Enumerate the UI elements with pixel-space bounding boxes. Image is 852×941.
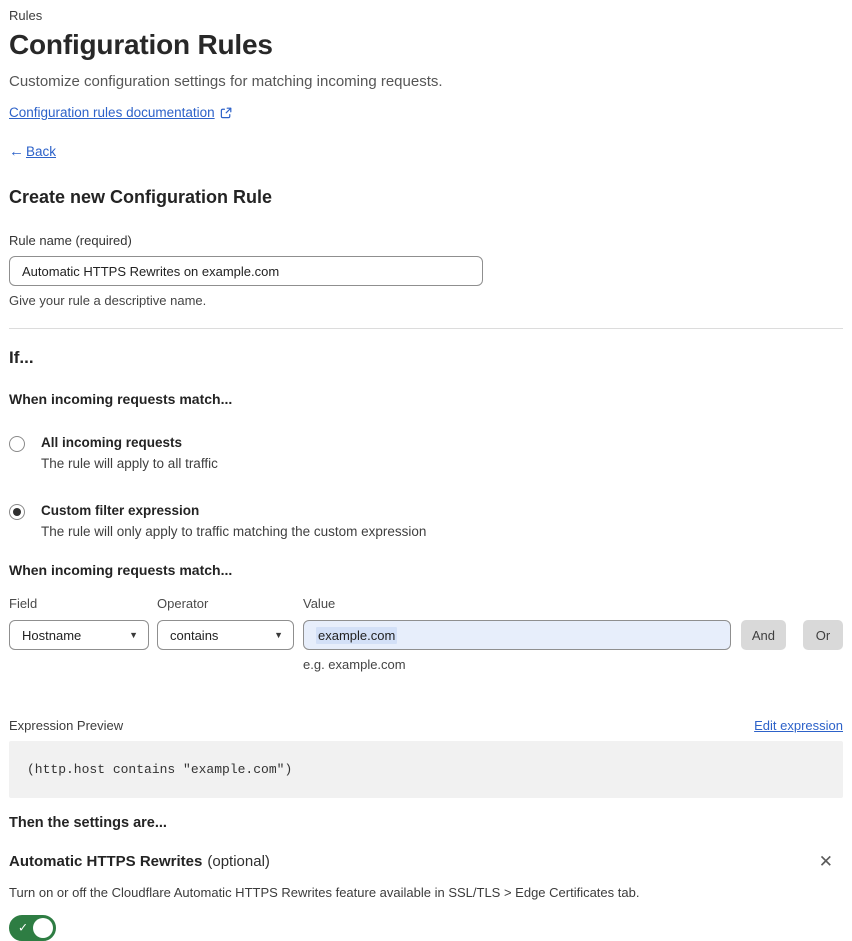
- expression-code: (http.host contains "example.com"): [27, 762, 293, 777]
- field-column: Field Hostname ▼: [9, 596, 149, 672]
- back-link[interactable]: Back: [26, 144, 56, 159]
- external-link-icon: [220, 107, 232, 119]
- radio-option-description: The rule will apply to all traffic: [41, 456, 218, 471]
- operator-column: Operator contains ▼: [157, 596, 294, 672]
- expression-code-block: (http.host contains "example.com"): [9, 741, 843, 798]
- radio-option-label: All incoming requests: [41, 435, 183, 450]
- chevron-down-icon: ▼: [274, 629, 283, 640]
- radio-option-text: All incoming requests The rule will appl…: [41, 435, 218, 471]
- filter-expression-builder: Field Hostname ▼ Operator contains ▼ Val…: [9, 596, 843, 672]
- match-type-radio-group: All incoming requests The rule will appl…: [9, 435, 843, 539]
- back-arrow-icon: ←: [9, 143, 24, 160]
- page-subtitle: Customize configuration settings for mat…: [9, 73, 443, 90]
- form-heading: Create new Configuration Rule: [9, 187, 273, 207]
- rule-name-label: Rule name (required): [9, 233, 132, 248]
- radio-option-custom-filter-expression[interactable]: Custom filter expression The rule will o…: [9, 503, 843, 539]
- value-help: e.g. example.com: [303, 657, 406, 672]
- radio-option-text: Custom filter expression The rule will o…: [41, 503, 426, 539]
- radio-option-description: The rule will only apply to traffic matc…: [41, 524, 427, 539]
- operator-select-value: contains: [170, 627, 219, 643]
- toggle-knob[interactable]: [33, 918, 53, 938]
- incoming-requests-match-heading: When incoming requests match...: [9, 391, 233, 407]
- value-label: Value: [303, 596, 336, 611]
- field-select[interactable]: Hostname ▼: [9, 620, 149, 650]
- configuration-rules-page: Rules Configuration Rules Customize conf…: [9, 8, 843, 941]
- value-column: Value example.com e.g. example.com: [303, 596, 731, 672]
- rule-name-help: Give your rule a descriptive name.: [9, 293, 207, 308]
- and-button[interactable]: And: [740, 620, 786, 650]
- or-button[interactable]: Or: [803, 620, 843, 650]
- documentation-link-row: Configuration rules documentation: [9, 105, 843, 120]
- radio-button-selected[interactable]: [9, 504, 25, 520]
- documentation-link[interactable]: Configuration rules documentation: [9, 105, 215, 120]
- chevron-down-icon: ▼: [129, 629, 138, 640]
- section-divider: [9, 328, 843, 329]
- rule-name-input[interactable]: [9, 256, 483, 286]
- radio-option-label: Custom filter expression: [41, 503, 200, 518]
- setting-description: Turn on or off the Cloudflare Automatic …: [9, 885, 640, 900]
- edit-expression-link[interactable]: Edit expression: [754, 718, 843, 733]
- expression-preview-label: Expression Preview: [9, 718, 124, 733]
- page-title: Configuration Rules: [9, 29, 273, 60]
- back-link-row: ← Back: [9, 143, 843, 160]
- automatic-https-rewrites-setting: Automatic HTTPS Rewrites (optional) ✕ Tu…: [9, 851, 843, 941]
- check-icon: ✓: [18, 920, 29, 935]
- expression-preview-row: Expression Preview Edit expression: [9, 718, 843, 733]
- field-label: Field: [9, 596, 38, 611]
- value-input[interactable]: example.com: [303, 620, 731, 650]
- if-heading: If...: [9, 348, 34, 367]
- operator-label: Operator: [157, 596, 209, 611]
- field-select-value: Hostname: [22, 627, 82, 643]
- then-settings-heading: Then the settings are...: [9, 815, 167, 831]
- radio-option-all-incoming-requests[interactable]: All incoming requests The rule will appl…: [9, 435, 843, 471]
- value-input-text: example.com: [316, 626, 398, 644]
- setting-title: Automatic HTTPS Rewrites: [9, 853, 203, 870]
- radio-button-unselected[interactable]: [9, 436, 25, 452]
- setting-header: Automatic HTTPS Rewrites (optional) ✕: [9, 851, 843, 872]
- operator-select[interactable]: contains ▼: [157, 620, 294, 650]
- close-icon[interactable]: ✕: [815, 851, 837, 872]
- filter-builder-heading: When incoming requests match...: [9, 562, 233, 578]
- https-rewrites-toggle[interactable]: ✓: [9, 915, 56, 941]
- setting-optional-label: (optional): [207, 853, 270, 870]
- breadcrumb: Rules: [9, 8, 43, 23]
